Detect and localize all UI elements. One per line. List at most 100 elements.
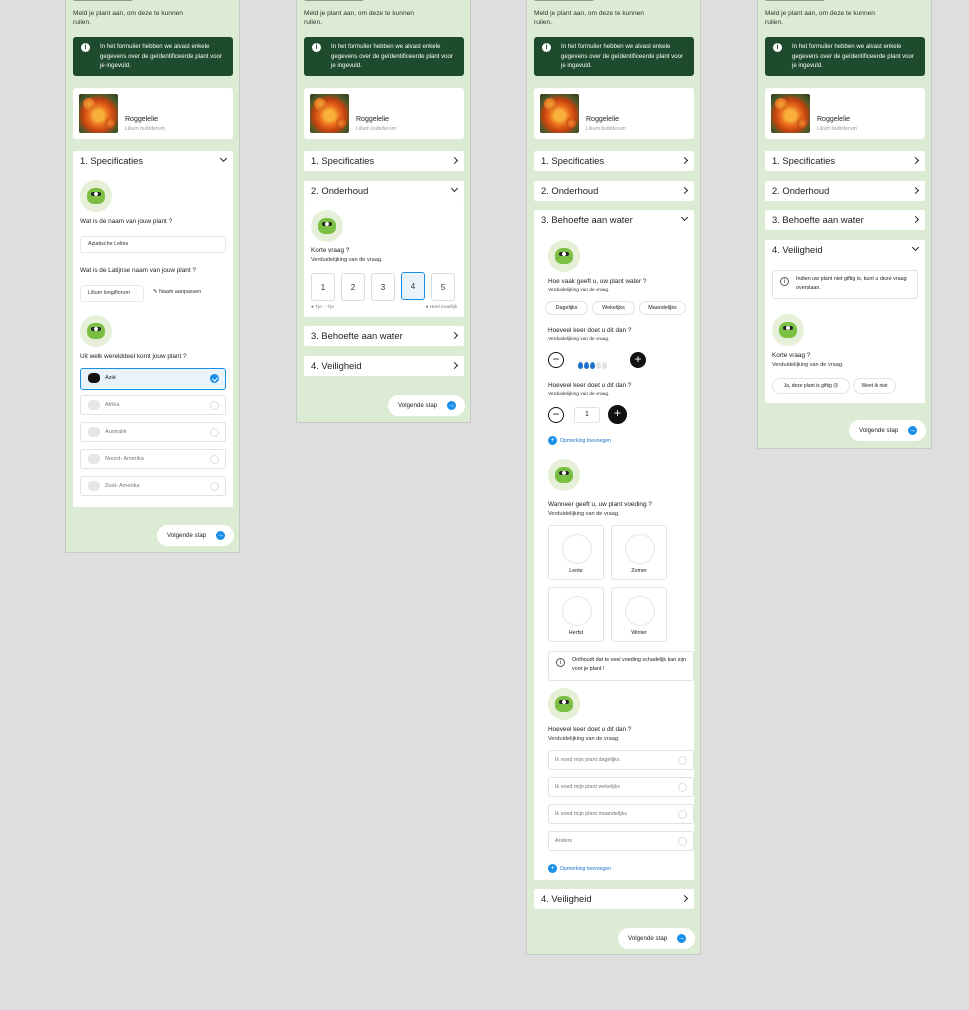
option-label: Ik voed mijn plant dagelijks (555, 757, 620, 763)
question-hint: Verduidelijking van de vraag. (548, 337, 610, 342)
question-name: Wat is de naam van jouw plant ? (80, 218, 173, 225)
feed-option-anders[interactable]: Anders (548, 831, 694, 851)
note-text: Onthoudt dat te veel voeding schadelijk … (572, 657, 686, 672)
note-text: Indien uw plant niet giftig is, kunt u d… (796, 276, 907, 291)
chevron-right-icon (680, 894, 689, 903)
question-hint: Verduidelijking van de vraag. (548, 511, 620, 517)
section-veiligheid[interactable]: 4. Veiligheid (534, 889, 694, 909)
next-step-button[interactable]: Volgende stap → (618, 928, 695, 949)
continent-icon (88, 400, 100, 410)
continent-icon (88, 427, 100, 437)
chevron-right-icon (450, 331, 459, 340)
difficulty-2-button[interactable]: 2 (341, 273, 365, 301)
plus-icon[interactable]: + (630, 352, 646, 368)
section-water[interactable]: 3. Behoefte aan water (304, 326, 464, 346)
section-water[interactable]: 3. Behoefte aan water (765, 210, 925, 230)
info-banner: i In het formulier hebben we alvast enkel… (73, 37, 233, 76)
info-text: In het formulier hebben we alvast enkele… (792, 43, 914, 70)
veiligheid-panel: i Indien uw plant niet giftig is, kunt u … (765, 260, 925, 403)
season-lente[interactable]: Lente (548, 525, 604, 580)
difficulty-4-button[interactable]: 4 (401, 272, 425, 300)
toxic-yes-button[interactable]: Ja, deze plant is giftig ☹ (772, 378, 850, 394)
section-specificaties[interactable]: 1. Specificaties (534, 151, 694, 171)
question-watering: Hoe vaak geeft u, uw plant water ? (548, 278, 647, 285)
difficulty-3-button[interactable]: 3 (371, 273, 395, 301)
intro-text: Meld je plant aan, om deze te kunnen rui… (534, 10, 644, 26)
section-onderhoud[interactable]: 2. Onderhoud (765, 181, 925, 201)
section-specificaties[interactable]: 1. Specificaties (765, 151, 925, 171)
region-option-australie[interactable]: Australië (80, 422, 226, 442)
question-hint: Verduidelijking van de vraag. (548, 392, 610, 397)
season-winter[interactable]: Winter (611, 587, 667, 642)
difficulty-1-button[interactable]: 1 (311, 273, 335, 301)
section-specificaties[interactable]: 1. Specificaties (73, 151, 233, 172)
intro-text: Meld je plant aan, om deze te kunnen rui… (73, 10, 183, 26)
mascot-icon (80, 315, 112, 347)
region-option-afrika[interactable]: Afrika (80, 395, 226, 415)
feed-option-maandelijks[interactable]: Ik voed mijn plant maandelijks (548, 804, 694, 824)
section-onderhoud[interactable]: 2. Onderhoud (304, 181, 464, 201)
water-level-drops[interactable] (578, 356, 622, 372)
season-icon (562, 596, 592, 626)
screen-water: Meld je plant aan, om deze te kunnen rui… (526, 0, 701, 955)
question-hint: Verduidelijking van de vraag. (548, 288, 610, 293)
section-specificaties[interactable]: 1. Specificaties (304, 151, 464, 171)
section-veiligheid[interactable]: 4. Veiligheid (765, 240, 925, 260)
region-option-noord-amerika[interactable]: Noord- Amerika (80, 449, 226, 469)
toxic-unknown-button[interactable]: Weet ik niet (853, 378, 896, 394)
chip-dagelijks[interactable]: Dagelijks (545, 301, 588, 315)
edit-name-button[interactable]: ✎ Naam aanpassen (147, 285, 219, 302)
section-veiligheid[interactable]: 4. Veiligheid (304, 356, 464, 376)
season-zomer[interactable]: Zomer (611, 525, 667, 580)
page-title (534, 0, 594, 1)
feed-option-wekelijks[interactable]: Ik voed mijn plant wekelijks (548, 777, 694, 797)
chevron-right-icon (911, 156, 920, 165)
season-herfst[interactable]: Herfst (548, 587, 604, 642)
chip-maandelijks[interactable]: Maandelijks (639, 301, 686, 315)
info-icon: i (773, 43, 782, 52)
minus-icon[interactable]: − (548, 407, 564, 423)
hard-label: ● Heel moeilijk (425, 305, 457, 310)
section-water[interactable]: 3. Behoefte aan water (534, 210, 694, 230)
add-remark-link[interactable]: + Opmerking toevoegen (548, 864, 611, 873)
plant-card: Roggelelie Lilium bulbiferum (765, 88, 925, 139)
hand-icon: 2 (350, 283, 356, 292)
section-onderhoud[interactable]: 2. Onderhoud (534, 181, 694, 201)
question-latin: Wat is de Latijnse naam van jouw plant ? (80, 267, 196, 274)
next-label: Volgende stap (167, 532, 207, 539)
plus-icon[interactable]: + (608, 405, 627, 424)
count-field[interactable]: 1 (574, 407, 600, 423)
option-label: Afrika (105, 402, 120, 408)
question-feed-times: Hoeveel keer doet u dit dan ? (548, 726, 632, 733)
info-icon: i (312, 43, 321, 52)
option-label: Anders (555, 838, 573, 844)
region-option-zuid-amerika[interactable]: Zuid- Amerika (80, 476, 226, 496)
page-title (765, 0, 825, 1)
latin-input[interactable]: Lilium longiflorum (80, 285, 144, 302)
next-step-button[interactable]: Volgende stap → (849, 420, 926, 441)
mascot-icon (311, 210, 343, 242)
next-step-button[interactable]: Volgende stap → (157, 525, 234, 546)
plant-photo (310, 94, 349, 133)
add-remark-link[interactable]: + Opmerking toevoegen (548, 436, 611, 445)
minus-icon[interactable]: − (548, 352, 564, 368)
name-input[interactable]: Aziatische Lelies (80, 236, 226, 253)
option-label: Azië (105, 375, 116, 381)
next-step-button[interactable]: Volgende stap → (388, 395, 465, 416)
section-label: 1. Specificaties (541, 155, 605, 166)
info-icon: i (81, 43, 90, 52)
region-option-azie[interactable]: Azië (80, 368, 226, 390)
hand-icon: 4 (410, 282, 416, 291)
feed-option-dagelijks[interactable]: Ik voed mijn plant dagelijks (548, 750, 694, 770)
next-label: Volgende stap (859, 427, 899, 434)
intro-text: Meld je plant aan, om deze te kunnen rui… (765, 10, 875, 26)
chip-wekelijks[interactable]: Wekelijks (592, 301, 635, 315)
hand-icon: 1 (320, 283, 326, 292)
radio-icon (678, 783, 687, 792)
difficulty-5-button[interactable]: 5 (431, 273, 455, 301)
section-label: 3. Behoefte aan water (541, 214, 633, 225)
mascot-icon (548, 240, 580, 272)
mascot-icon (80, 180, 112, 212)
specificaties-panel: Wat is de naam van jouw plant ? Aziatisc… (73, 172, 233, 507)
chevron-right-icon (911, 215, 920, 224)
